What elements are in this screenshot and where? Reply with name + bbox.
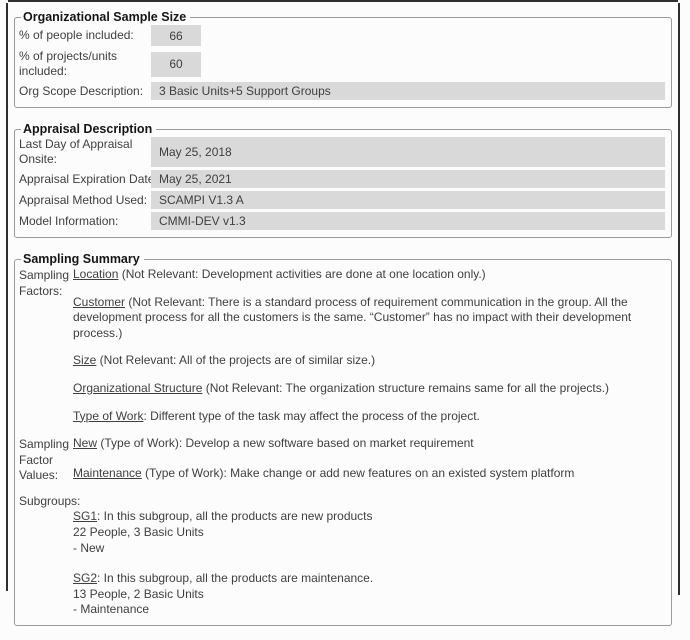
form-row: Appraisal Method Used: SCAMPI V1.3 A [19, 191, 665, 209]
factor-value-new-text: (Type of Work): Develop a new software b… [97, 436, 474, 450]
appraisal-description-legend: Appraisal Description [21, 122, 156, 136]
model-information-field[interactable]: CMMI-DEV v1.3 [151, 212, 665, 230]
report-body: Organizational Sample Size % of people i… [14, 10, 672, 640]
org-sample-size-section: Organizational Sample Size % of people i… [14, 10, 672, 108]
factor-org-structure: Organizational Structure (Not Relevant: … [73, 381, 665, 397]
factor-type-of-work-text: : Different type of the task may affect … [143, 409, 479, 423]
projects-included-label: % of projects/units included: [19, 49, 151, 79]
form-row: Last Day of Appraisal Onsite: May 25, 20… [19, 137, 665, 167]
subgroup-sg1-line3: - New [73, 541, 665, 557]
factor-location-term: Location [73, 267, 118, 281]
subgroups-content: SG1: In this subgroup, all the products … [73, 493, 665, 618]
factor-size-term: Size [73, 353, 96, 367]
sampling-factors-label: Sampling Factors: [19, 267, 69, 436]
factor-value-maintenance: Maintenance (Type of Work): Make change … [73, 466, 665, 482]
factor-type-of-work: Type of Work: Different type of the task… [73, 409, 665, 425]
people-included-field[interactable]: 66 [151, 25, 201, 46]
subgroup-sg2-line1: SG2: In this subgroup, all the products … [73, 571, 665, 587]
subgroup-sg2: SG2: In this subgroup, all the products … [73, 571, 665, 618]
subgroup-sg2-line2: 13 People, 2 Basic Units [73, 587, 665, 603]
appraisal-description-section: Appraisal Description Last Day of Apprai… [14, 122, 672, 238]
sampling-summary-section: Sampling Summary Sampling Factors: Locat… [14, 252, 672, 626]
factor-org-structure-text: (Not Relevant: The organization structur… [202, 381, 609, 395]
factor-values-row: Sampling Factor Values: New (Type of Wor… [19, 436, 665, 493]
factor-customer: Customer (Not Relevant: There is a stand… [73, 295, 665, 342]
sampling-summary-legend: Sampling Summary [21, 252, 144, 266]
org-sample-size-legend: Organizational Sample Size [21, 10, 190, 24]
factor-size: Size (Not Relevant: All of the projects … [73, 353, 665, 369]
factor-location: Location (Not Relevant: Development acti… [73, 267, 665, 283]
subgroup-sg1-line1: SG1: In this subgroup, all the products … [73, 509, 665, 525]
factor-type-of-work-term: Type of Work [73, 409, 143, 423]
factor-customer-term: Customer [73, 295, 125, 309]
subgroup-sg2-text: : In this subgroup, all the products are… [97, 571, 373, 585]
model-information-label: Model Information: [19, 214, 151, 229]
people-included-label: % of people included: [19, 28, 151, 43]
subgroup-sg1-line2: 22 People, 3 Basic Units [73, 525, 665, 541]
factor-size-text: (Not Relevant: All of the projects are o… [96, 353, 375, 367]
form-row: % of projects/units included: 60 [19, 49, 665, 79]
subgroups-label: Subgroups: [19, 493, 69, 618]
window-frame-left [6, 3, 8, 591]
factor-location-text: (Not Relevant: Development activities ar… [118, 267, 485, 281]
org-scope-label: Org Scope Description: [19, 84, 151, 99]
form-row: Model Information: CMMI-DEV v1.3 [19, 212, 665, 230]
factor-customer-text: (Not Relevant: There is a standard proce… [73, 295, 631, 340]
factor-values-content: New (Type of Work): Develop a new softwa… [73, 436, 665, 493]
expiration-date-field[interactable]: May 25, 2021 [151, 170, 665, 188]
factor-value-new: New (Type of Work): Develop a new softwa… [73, 436, 665, 452]
subgroup-sg2-line3: - Maintenance [73, 602, 665, 618]
subgroup-sg1-text: : In this subgroup, all the products are… [97, 509, 373, 523]
projects-included-field[interactable]: 60 [151, 52, 201, 77]
sampling-factors-row: Sampling Factors: Location (Not Relevant… [19, 267, 665, 436]
form-row: % of people included: 66 [19, 25, 665, 46]
factor-value-maintenance-term: Maintenance [73, 466, 142, 480]
form-row: Org Scope Description: 3 Basic Units+5 S… [19, 82, 665, 100]
subgroup-sg2-term: SG2 [73, 571, 97, 585]
window-frame-top [8, 0, 678, 2]
form-row: Appraisal Expiration Date: May 25, 2021 [19, 170, 665, 188]
last-day-onsite-label: Last Day of Appraisal Onsite: [19, 137, 151, 167]
factor-value-maintenance-text: (Type of Work): Make change or add new f… [142, 466, 575, 480]
method-used-label: Appraisal Method Used: [19, 193, 151, 208]
sampling-factors-content: Location (Not Relevant: Development acti… [73, 267, 665, 436]
factor-value-new-term: New [73, 436, 97, 450]
subgroup-sg1: SG1: In this subgroup, all the products … [73, 509, 665, 556]
subgroups-row: Subgroups: SG1: In this subgroup, all th… [19, 493, 665, 618]
factor-values-label: Sampling Factor Values: [19, 436, 69, 493]
subgroup-sg1-term: SG1 [73, 509, 97, 523]
org-scope-field[interactable]: 3 Basic Units+5 Support Groups [151, 82, 665, 100]
factor-org-structure-term: Organizational Structure [73, 381, 202, 395]
last-day-onsite-field[interactable]: May 25, 2018 [151, 137, 665, 167]
method-used-field[interactable]: SCAMPI V1.3 A [151, 191, 665, 209]
window-frame-right [678, 3, 680, 595]
expiration-date-label: Appraisal Expiration Date: [19, 172, 151, 187]
